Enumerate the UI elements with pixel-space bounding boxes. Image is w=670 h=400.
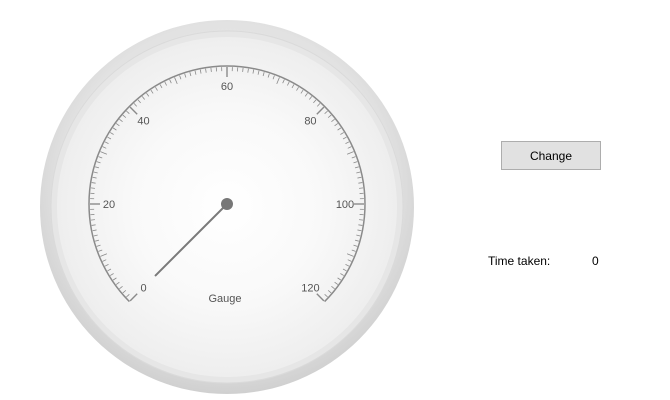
gauge-hub: [221, 198, 233, 210]
gauge-tick-label: 100: [336, 199, 354, 211]
gauge-tick-label: 120: [301, 282, 319, 294]
gauge-dial: 0 20 40 60 80 100 120 Gauge: [40, 20, 414, 394]
gauge-tick-label: 40: [137, 116, 149, 128]
gauge-tick-label: 80: [304, 116, 316, 128]
gauge-tick-label: 0: [140, 282, 146, 294]
time-taken-label: Time taken:: [488, 254, 551, 268]
gauge: 0 20 40 60 80 100 120 Gauge: [38, 18, 416, 396]
time-taken-value: 0: [592, 254, 599, 268]
gauge-tick-label: 20: [103, 199, 115, 211]
gauge-caption: Gauge: [208, 293, 241, 305]
change-button[interactable]: Change: [501, 141, 601, 170]
gauge-tick-label: 60: [221, 81, 233, 93]
